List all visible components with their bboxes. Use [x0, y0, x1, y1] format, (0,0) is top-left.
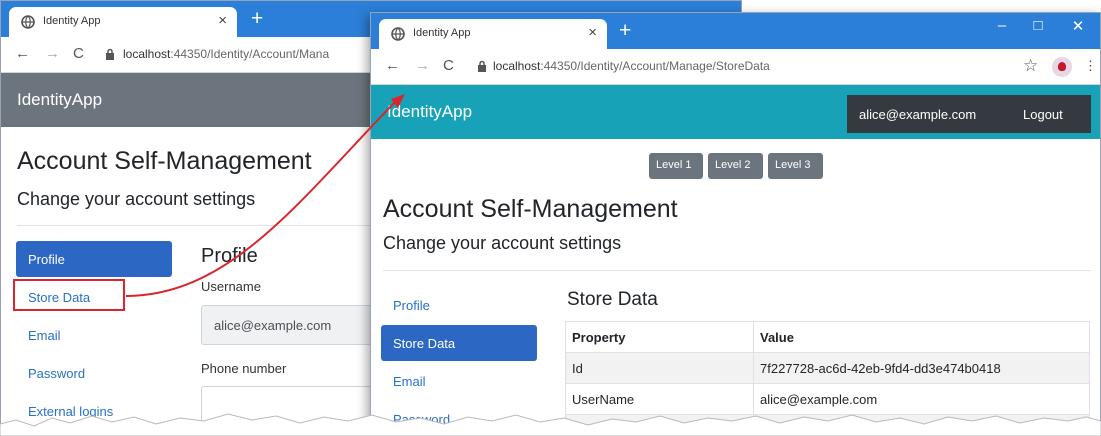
url-path: :44350/Identity/Account/Manage/StoreData [540, 59, 770, 73]
column-header: Value [753, 321, 1090, 353]
divider [383, 270, 1091, 271]
page-title: Account Self-Management [383, 195, 678, 223]
nav-label: External logins [28, 404, 114, 419]
nav-profile[interactable]: Profile [381, 287, 537, 323]
reload-icon[interactable]: C [73, 45, 84, 62]
globe-icon [21, 15, 35, 29]
logout-button[interactable]: Logout [1023, 107, 1063, 122]
lock-icon [478, 60, 486, 72]
table-cell: UserName [565, 383, 754, 415]
table-cell: alice@example.com [753, 383, 1090, 415]
store-data-table: Property Value Id 7f227728-ac6d-42eb-9fd… [565, 321, 1090, 435]
nav-email[interactable]: Email [381, 363, 537, 399]
forward-arrow-icon[interactable]: → [45, 45, 60, 62]
nav-password[interactable]: Password [16, 355, 172, 391]
table-row: UserName alice@example.com [565, 383, 1090, 415]
nav-password[interactable]: Password [381, 401, 537, 435]
url-field[interactable]: localhost:44350/Identity/Account/Manage/… [493, 59, 770, 73]
browser-tab[interactable]: Identity App × [379, 19, 607, 49]
globe-icon [391, 27, 405, 41]
level-3-button[interactable]: Level 3 [768, 153, 823, 179]
maximize-icon[interactable]: □ [1025, 17, 1051, 34]
column-header: Property [565, 321, 754, 353]
new-tab-icon[interactable]: + [619, 19, 631, 43]
nav-external-logins[interactable]: External logins [16, 393, 172, 429]
nav-label: Password [393, 412, 451, 427]
close-window-icon[interactable]: ✕ [1065, 17, 1091, 35]
minimize-icon[interactable]: – [989, 17, 1015, 34]
back-arrow-icon[interactable]: ← [15, 45, 30, 62]
nav-label: Profile [28, 252, 65, 267]
section-title: Store Data [567, 289, 658, 310]
level-2-button[interactable]: Level 2 [708, 153, 763, 179]
level-1-button[interactable]: Level 1 [649, 153, 703, 179]
nav-profile[interactable]: Profile [16, 241, 172, 277]
nav-store-data[interactable]: Store Data [381, 325, 537, 361]
url-path: :44350/Identity/Account/Mana [170, 47, 330, 61]
tab-title: Identity App [413, 27, 471, 39]
url-host: localhost [123, 47, 171, 61]
menu-kebab-icon[interactable]: ⋮ [1084, 58, 1097, 74]
close-tab-icon[interactable]: × [218, 12, 227, 29]
browser-window-front: Identity App × + – □ ✕ ← → C localhost:4… [370, 12, 1101, 436]
table-cell: 7f227728-ac6d-42eb-9fd4-dd3e474b0418 [753, 352, 1090, 384]
user-email: alice@example.com [859, 107, 977, 122]
address-bar: ← → C localhost:44350/Identity/Account/M… [371, 49, 1100, 85]
brand[interactable]: IdentityApp [17, 90, 102, 110]
nav-label: Email [393, 374, 426, 389]
close-tab-icon[interactable]: × [588, 24, 597, 41]
table-cell: ALICE@ [753, 414, 1090, 435]
nav-label: Profile [393, 298, 430, 313]
url-field[interactable]: localhost:44350/Identity/Account/Mana [123, 47, 329, 61]
table-header-row: Property Value [565, 321, 1090, 353]
table-row: ALICE@ [565, 414, 1090, 435]
table-row: Id 7f227728-ac6d-42eb-9fd4-dd3e474b0418 [565, 352, 1090, 384]
nav-label: Email [28, 328, 61, 343]
lock-icon [106, 48, 114, 60]
nav-label: Password [28, 366, 86, 381]
account-nav: Profile Store Data Email Password [381, 287, 541, 435]
page-title: Account Self-Management [17, 147, 312, 175]
back-arrow-icon[interactable]: ← [385, 57, 400, 74]
tab-title: Identity App [43, 15, 101, 27]
phone-label: Phone number [201, 361, 287, 376]
nav-email[interactable]: Email [16, 317, 172, 353]
username-value: alice@example.com [214, 318, 332, 333]
username-label: Username [201, 279, 261, 294]
table-cell [565, 414, 754, 435]
browser-tab[interactable]: Identity App × [9, 7, 237, 37]
user-menu: alice@example.com Logout [847, 95, 1091, 133]
brand[interactable]: IdentityApp [387, 102, 472, 122]
reload-icon[interactable]: C [443, 57, 454, 74]
highlight-box [13, 279, 125, 311]
page-subtitle: Change your account settings [383, 233, 622, 253]
table-cell: Id [565, 352, 754, 384]
page-subtitle: Change your account settings [17, 189, 256, 209]
bookmark-star-icon[interactable]: ☆ [1023, 56, 1038, 76]
account-nav: Profile Store Data Email Password Extern… [16, 241, 176, 435]
tab-strip: Identity App × + – □ ✕ [371, 13, 1100, 49]
url-host: localhost [493, 59, 541, 73]
app-navbar: IdentityApp alice@example.com Logout [371, 85, 1100, 139]
new-tab-icon[interactable]: + [251, 7, 263, 31]
section-title: Profile [201, 245, 258, 267]
forward-arrow-icon[interactable]: → [415, 57, 430, 74]
nav-label: Store Data [393, 336, 456, 351]
extension-icon[interactable] [1052, 57, 1072, 77]
